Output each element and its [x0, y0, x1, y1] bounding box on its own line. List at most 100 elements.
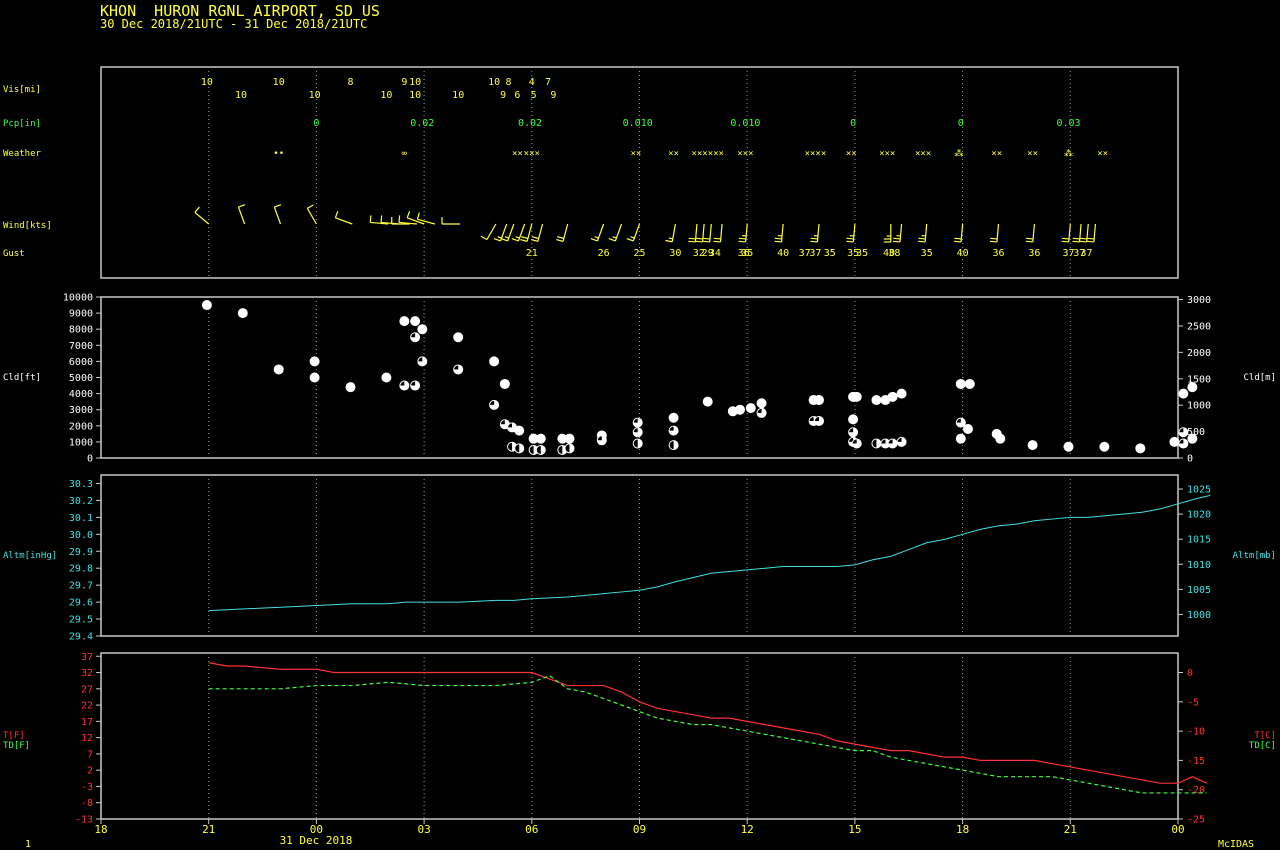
x-tick-label: 09 [633, 823, 646, 836]
gust-value: 40 [957, 248, 969, 259]
weather-symbol: ⁂ [955, 148, 964, 159]
wind-row-label: Wind[kts] [3, 221, 52, 231]
wind-barb-flag [238, 204, 246, 208]
cloud-point [1187, 382, 1198, 393]
cloud-point [1169, 436, 1180, 447]
cloud-point [756, 398, 767, 409]
vis-value: 9 [500, 90, 506, 101]
wind-barb-flag [556, 236, 564, 240]
cloud-point [735, 404, 746, 415]
y-tick-label-right: 3000 [1187, 295, 1211, 306]
wind-barb-flag [702, 237, 711, 240]
x-tick-label: 00 [1171, 823, 1184, 836]
vis-value: 5 [531, 90, 537, 101]
y-tick-label-left: 7000 [69, 341, 93, 352]
weather-symbol: ××× [737, 149, 753, 159]
wind-barb-flag [1079, 240, 1087, 243]
gust-value: 35 [824, 248, 836, 259]
vis-value: 9 [550, 90, 556, 101]
wind-barb-flag [989, 240, 997, 243]
cloud-point [201, 300, 212, 311]
x-tick-label: 15 [848, 823, 861, 836]
cloud-point [745, 403, 756, 414]
vis-value: 10 [201, 77, 213, 88]
y-tick-label-right: -25 [1187, 815, 1205, 826]
wind-barb-flag [695, 240, 703, 243]
y-tick-label-left: 27 [81, 684, 93, 695]
x-tick-label: 03 [417, 823, 430, 836]
temp-ylabel-right: T[C] [1254, 731, 1276, 741]
y-tick-label-left: 29.9 [69, 547, 93, 558]
y-tick-label-right: 2500 [1187, 321, 1211, 332]
cloud-point [535, 433, 546, 444]
y-tick-label-left: 12 [81, 733, 93, 744]
wind-barb-flag [612, 236, 617, 239]
wind-barb-flag [1072, 240, 1080, 243]
cloud-point [345, 382, 356, 393]
weather-symbol: ×× [1097, 149, 1108, 159]
gust-value: 40 [777, 248, 789, 259]
y-tick-label-left: 5000 [69, 373, 93, 384]
gust-value: 26 [598, 248, 610, 259]
cloud-point [489, 356, 500, 367]
cloud-point [399, 316, 410, 327]
wind-barb-staff [614, 223, 623, 242]
weather-symbol: ×××××× [691, 149, 724, 159]
gust-value: 36 [1028, 248, 1040, 259]
weather-row-label: Weather [3, 149, 42, 159]
cloud-point [995, 433, 1006, 444]
y-tick-label-right: 1025 [1187, 485, 1211, 496]
cloud-point [896, 388, 907, 399]
cloud-point [273, 364, 284, 375]
cloud-point [309, 372, 320, 383]
y-tick-label-left: 22 [81, 701, 93, 712]
wind-barb-flag [520, 238, 528, 242]
wind-barb-flag [1079, 237, 1087, 240]
wind-barb-flag [398, 215, 401, 223]
cloud-point [417, 324, 428, 335]
temperature-line [208, 662, 1207, 784]
wind-barb-flag [511, 237, 519, 242]
y-tick-label-right: 1020 [1187, 510, 1211, 521]
cloud-point [814, 395, 824, 406]
wind-barb-flag [369, 215, 372, 223]
wind-barb-flag [1025, 240, 1033, 243]
pcp-value: 0 [958, 118, 964, 129]
y-tick-label-left: 10000 [63, 293, 93, 304]
wind-barb-flag [274, 204, 282, 208]
weather-symbol: ⁂ [1064, 148, 1073, 159]
cloud-point [381, 372, 392, 383]
weather-symbol: ×××× [805, 149, 827, 159]
y-tick-label-right: 1000 [1187, 401, 1211, 412]
wind-barb-flag [1061, 237, 1070, 240]
gust-value: 35 [856, 248, 868, 259]
wind-barb-flag [738, 237, 746, 240]
weather-symbol: ×× [846, 149, 857, 159]
wind-barb-flag [626, 237, 634, 242]
wind-barb-flag [594, 236, 599, 239]
gust-value: 21 [526, 248, 538, 259]
vis-value: 8 [347, 77, 353, 88]
vis-value: 6 [514, 90, 520, 101]
pcp-value: 0.03 [1056, 118, 1080, 129]
weather-symbol: •• [273, 149, 284, 159]
altimeter-line [208, 494, 1211, 612]
y-tick-label-left: 4000 [69, 389, 93, 400]
y-tick-label-right: 1010 [1187, 560, 1211, 571]
y-tick-label-left: -8 [81, 798, 93, 809]
altm-ylabel-left: Altm[inHg] [3, 551, 57, 561]
cloud-point [1178, 388, 1189, 399]
wind-barb-flag [713, 240, 721, 243]
x-tick-label: 18 [956, 823, 969, 836]
wind-barb-staff [273, 206, 282, 225]
wind-barb-flag [892, 240, 901, 243]
vis-value: 10 [273, 77, 285, 88]
cloud-point [410, 316, 421, 327]
x-tick-label: 18 [94, 823, 107, 836]
gust-value: 37 [809, 248, 821, 259]
cloud-point [499, 378, 510, 389]
wind-barb-flag [406, 211, 411, 219]
wind-barb-flag [918, 237, 926, 240]
wind-barb-flag [1072, 237, 1080, 240]
y-tick-label-left: 30.0 [69, 530, 93, 541]
